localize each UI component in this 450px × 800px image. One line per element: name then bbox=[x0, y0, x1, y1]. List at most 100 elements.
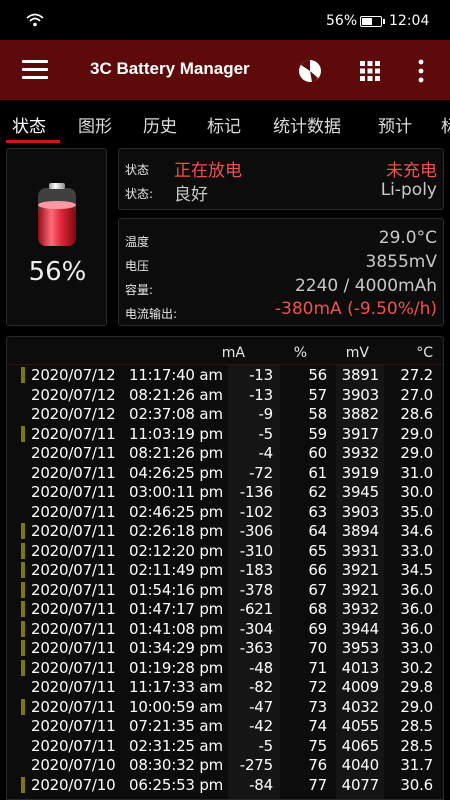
row-percent: 68 bbox=[308, 600, 327, 618]
row-temperature: 27.2 bbox=[400, 366, 433, 384]
row-marker bbox=[21, 581, 25, 598]
state-card[interactable]: 状态 正在放电 未充电 状态: 良好 Li-poly bbox=[118, 148, 444, 210]
row-temperature: 33.0 bbox=[400, 541, 433, 560]
row-marker bbox=[21, 620, 25, 637]
tab-bar: 状态 图形 历史 标记 统计数据 预计 标 bbox=[0, 100, 450, 144]
row-temperature: 34.6 bbox=[400, 522, 433, 540]
table-row[interactable]: 2020/07/12 02:37:08 am -9 58 3882 28.6 bbox=[7, 404, 443, 424]
row-marker bbox=[21, 367, 25, 383]
row-percent: 62 bbox=[308, 483, 327, 501]
history-table[interactable]: mA % mV °C 2020/07/12 11:17:40 am -13 56 389… bbox=[6, 336, 444, 800]
table-row[interactable]: 2020/07/11 02:31:25 am -5 75 4065 28.5 bbox=[7, 736, 443, 756]
table-row[interactable]: 2020/07/10 06:25:53 pm -84 77 4077 30.6 bbox=[7, 775, 443, 795]
row-date: 2020/07/11 bbox=[31, 580, 116, 599]
table-row[interactable]: 2020/07/11 01:41:08 pm -304 69 3944 36.0 bbox=[7, 619, 443, 639]
tab-estimates[interactable]: 预计 bbox=[378, 112, 412, 137]
tab-status[interactable]: 状态 bbox=[12, 112, 46, 137]
table-row[interactable]: 2020/07/11 02:46:25 pm -102 63 3903 35.0 bbox=[7, 502, 443, 522]
temperature-value: 29.0°C bbox=[378, 228, 437, 248]
tab-history[interactable]: 历史 bbox=[143, 112, 177, 137]
table-row[interactable]: 2020/07/11 04:26:25 pm -72 61 3919 31.0 bbox=[7, 463, 443, 483]
battery-icon bbox=[360, 16, 385, 27]
row-voltage: 4055 bbox=[341, 717, 380, 735]
table-row[interactable]: 2020/07/11 08:21:26 pm -4 60 3932 29.0 bbox=[7, 443, 443, 463]
row-current: -47 bbox=[249, 697, 273, 716]
row-voltage: 4009 bbox=[341, 678, 380, 696]
pie-chart-icon[interactable] bbox=[298, 59, 322, 83]
table-row[interactable]: 2020/07/12 08:21:26 am -13 57 3903 27.0 bbox=[7, 385, 443, 405]
tab-marks[interactable]: 标记 bbox=[207, 112, 241, 137]
table-row[interactable]: 2020/07/11 01:34:29 pm -363 70 3953 33.0 bbox=[7, 638, 443, 658]
table-row[interactable]: 2020/07/12 11:17:40 am -13 56 3891 27.2 bbox=[7, 365, 443, 385]
table-row[interactable]: 2020/07/11 02:12:20 pm -310 65 3931 33.0 bbox=[7, 541, 443, 561]
table-row[interactable]: 2020/07/11 10:00:59 am -47 73 4032 29.0 bbox=[7, 697, 443, 717]
row-temperature: 29.0 bbox=[400, 424, 433, 443]
row-percent: 75 bbox=[308, 736, 327, 755]
row-time: 10:00:59 am bbox=[129, 697, 223, 716]
row-current: -621 bbox=[239, 600, 273, 618]
row-date: 2020/07/11 bbox=[31, 639, 116, 657]
row-current: -378 bbox=[239, 580, 273, 599]
row-date: 2020/07/11 bbox=[31, 600, 116, 618]
row-date: 2020/07/11 bbox=[31, 502, 116, 521]
row-current: -304 bbox=[239, 619, 273, 638]
more-vert-icon[interactable] bbox=[416, 59, 426, 83]
row-date: 2020/07/11 bbox=[31, 658, 116, 677]
row-time: 02:31:25 am bbox=[129, 736, 223, 755]
tab-statistics[interactable]: 统计数据 bbox=[273, 112, 341, 137]
row-marker bbox=[21, 542, 25, 559]
row-date: 2020/07/12 bbox=[31, 385, 116, 404]
row-current: -13 bbox=[249, 366, 273, 384]
wifi-icon bbox=[26, 13, 44, 27]
row-voltage: 3953 bbox=[341, 639, 380, 657]
row-voltage: 3891 bbox=[341, 366, 380, 384]
table-row[interactable]: 2020/07/11 02:11:49 pm -183 66 3921 34.5 bbox=[7, 560, 443, 580]
row-current: -310 bbox=[239, 541, 273, 560]
row-date: 2020/07/12 bbox=[31, 405, 116, 423]
grid-icon[interactable] bbox=[360, 61, 380, 81]
row-voltage: 3894 bbox=[341, 522, 380, 540]
table-row[interactable]: 2020/07/11 01:54:16 pm -378 67 3921 36.0 bbox=[7, 580, 443, 600]
table-row[interactable]: 2020/07/10 08:30:32 pm -275 76 4040 31.7 bbox=[7, 755, 443, 775]
table-header: mA % mV °C bbox=[7, 343, 443, 365]
row-voltage: 4032 bbox=[341, 697, 380, 716]
table-row[interactable]: 2020/07/11 02:26:18 pm -306 64 3894 34.6 bbox=[7, 521, 443, 541]
row-date: 2020/07/11 bbox=[31, 619, 116, 638]
table-row[interactable]: 2020/07/11 07:21:35 am -42 74 4055 28.5 bbox=[7, 716, 443, 736]
table-row[interactable]: 2020/07/11 01:19:28 pm -48 71 4013 30.2 bbox=[7, 658, 443, 678]
tab-graph[interactable]: 图形 bbox=[78, 112, 112, 137]
battery-percent: 56% bbox=[326, 13, 358, 29]
row-voltage: 3917 bbox=[341, 424, 380, 443]
row-temperature: 29.8 bbox=[400, 678, 433, 696]
row-temperature: 36.0 bbox=[400, 600, 433, 618]
row-current: -183 bbox=[239, 561, 273, 579]
table-row[interactable]: 2020/07/11 03:00:11 pm -136 62 3945 30.0 bbox=[7, 482, 443, 502]
row-percent: 74 bbox=[308, 717, 327, 735]
row-temperature: 28.6 bbox=[400, 405, 433, 423]
discharge-status: 正在放电 bbox=[174, 161, 242, 181]
table-row[interactable]: 2020/07/11 01:47:17 pm -621 68 3932 36.0 bbox=[7, 599, 443, 619]
row-current: -5 bbox=[258, 424, 273, 443]
row-percent: 60 bbox=[308, 444, 327, 462]
row-temperature: 29.0 bbox=[400, 444, 433, 462]
row-marker bbox=[21, 698, 25, 715]
row-percent: 65 bbox=[308, 541, 327, 560]
row-percent: 73 bbox=[308, 697, 327, 716]
row-temperature: 36.0 bbox=[400, 580, 433, 599]
row-current: -82 bbox=[249, 678, 273, 696]
row-time: 01:47:17 pm bbox=[129, 600, 224, 618]
row-time: 01:34:29 pm bbox=[129, 639, 224, 657]
row-voltage: 4040 bbox=[341, 756, 380, 774]
metrics-card[interactable]: 温度 29.0°C 电压 3855mV 容量: 2240 / 4000mAh 电… bbox=[118, 218, 444, 326]
table-row[interactable]: 2020/07/11 11:03:19 pm -5 59 3917 29.0 bbox=[7, 424, 443, 444]
row-percent: 76 bbox=[308, 756, 327, 774]
row-date: 2020/07/11 bbox=[31, 541, 116, 560]
health-value: 良好 bbox=[174, 185, 208, 205]
tab-overflow[interactable]: 标 bbox=[441, 112, 450, 137]
row-percent: 77 bbox=[308, 775, 327, 794]
table-row[interactable]: 2020/07/11 11:17:33 am -82 72 4009 29.8 bbox=[7, 677, 443, 697]
battery-level-card[interactable]: 56% bbox=[6, 148, 107, 326]
row-voltage: 3921 bbox=[341, 561, 380, 579]
menu-icon[interactable] bbox=[22, 60, 48, 80]
row-time: 01:54:16 pm bbox=[129, 580, 224, 599]
